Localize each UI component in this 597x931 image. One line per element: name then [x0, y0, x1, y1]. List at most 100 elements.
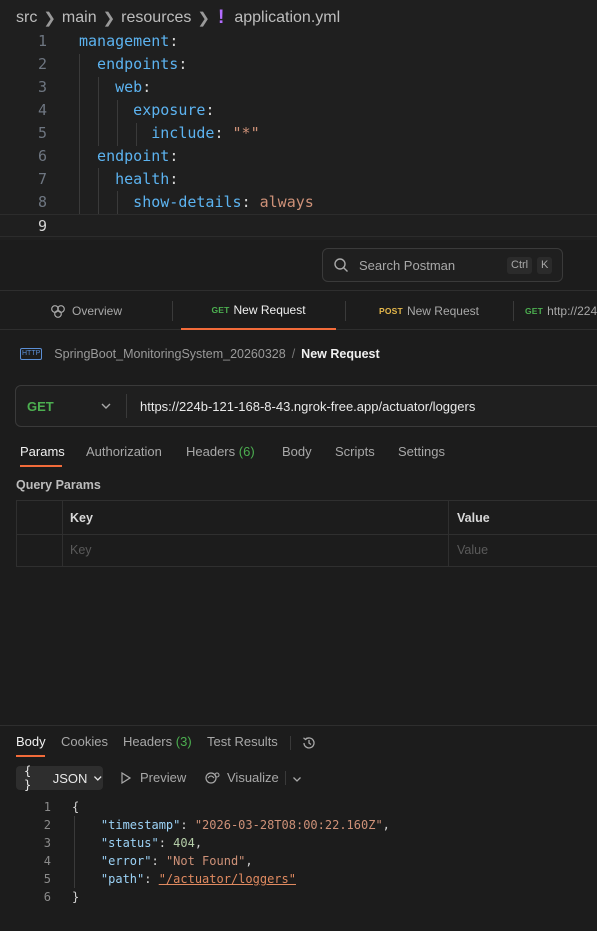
- line-number: 3: [37, 78, 47, 96]
- tab-body[interactable]: Body: [282, 444, 312, 459]
- breadcrumb-separator: /: [291, 347, 296, 361]
- line-number: 9: [37, 217, 47, 235]
- request-breadcrumb: HTTP SpringBoot_MonitoringSystem_2026032…: [20, 343, 380, 365]
- table-divider: [62, 501, 63, 566]
- tab-get-new-request[interactable]: GET New Request: [181, 291, 336, 330]
- token: management: [79, 32, 170, 50]
- response-divider: [0, 725, 597, 726]
- tab-headers[interactable]: Headers (6): [186, 444, 255, 459]
- json-text: "error": "Not Found",: [72, 852, 253, 870]
- token: always: [259, 193, 314, 211]
- token: :: [151, 854, 166, 868]
- line-number: 3: [43, 836, 51, 850]
- chevron-down-icon: [94, 776, 103, 781]
- chevron-down-icon[interactable]: [292, 774, 302, 784]
- json-line: 4 "error": "Not Found",: [0, 852, 597, 870]
- token: :: [158, 836, 174, 850]
- token: :: [169, 32, 179, 50]
- token: :: [144, 872, 159, 886]
- json-line: 5 "path": "/actuator/loggers": [0, 870, 597, 888]
- token: "timestamp": [72, 818, 181, 832]
- value-input[interactable]: Value: [457, 543, 488, 557]
- token: :: [205, 101, 215, 119]
- visualize-button[interactable]: Visualize: [205, 770, 279, 785]
- token: "path": [72, 872, 145, 886]
- chevron-right-icon: ❯: [43, 10, 56, 27]
- response-tab-body[interactable]: Body: [16, 734, 46, 749]
- code-text: management:: [79, 30, 178, 53]
- url-input[interactable]: https://224b-121-168-8-43.ngrok-free.app…: [140, 399, 475, 414]
- code-text: web:: [79, 76, 151, 99]
- token: "2026-03-28T08:00:22.160Z": [194, 818, 383, 832]
- line-number: 4: [43, 854, 51, 868]
- tab-post-new-request[interactable]: POST New Request: [345, 291, 513, 330]
- response-tab-cookies[interactable]: Cookies: [61, 734, 108, 749]
- token: :: [142, 78, 152, 96]
- tab-params[interactable]: Params: [20, 444, 65, 459]
- token: web: [79, 78, 143, 96]
- line-number: 7: [37, 170, 47, 188]
- line-number: 6: [37, 147, 47, 165]
- code-editor: src ❯ main ❯ resources ❯ ! application.y…: [0, 0, 597, 240]
- line-number: 5: [43, 872, 51, 886]
- token: :: [169, 147, 179, 165]
- response-tab-headers[interactable]: Headers (3): [123, 734, 192, 749]
- shortcut-k: K: [537, 257, 553, 274]
- method-badge-get: GET: [211, 304, 230, 315]
- collection-name[interactable]: SpringBoot_MonitoringSystem_20260328: [54, 347, 285, 361]
- code-line: 7 health:: [0, 168, 597, 191]
- tool-divider: [285, 771, 286, 785]
- code-text: endpoint:: [79, 145, 178, 168]
- token: :: [169, 170, 179, 188]
- method-select[interactable]: GET: [27, 399, 54, 414]
- tab-divider: [172, 301, 173, 321]
- key-input[interactable]: Key: [70, 543, 92, 557]
- code-line: 1 management:: [0, 30, 597, 53]
- token: endpoints: [79, 55, 179, 73]
- line-number: 6: [43, 890, 51, 904]
- tab-get-http[interactable]: GET http://224: [513, 291, 597, 330]
- code-text: exposure:: [79, 99, 214, 122]
- key-column-header: Key: [70, 511, 93, 525]
- value-column-header: Value: [457, 511, 490, 525]
- play-icon: [121, 771, 132, 784]
- token: ,: [194, 836, 203, 850]
- json-icon: { }: [24, 764, 32, 792]
- json-line: 6}: [0, 888, 597, 906]
- method-badge-get: GET: [525, 305, 544, 316]
- token: }: [72, 890, 80, 904]
- json-text: }: [72, 888, 79, 906]
- code-line: 3 web:: [0, 76, 597, 99]
- preview-label: Preview: [140, 770, 187, 785]
- table-divider: [448, 501, 449, 566]
- query-params-table: Key Value Key Value: [16, 500, 597, 567]
- breadcrumb-src[interactable]: src: [16, 9, 37, 27]
- json-text: {: [72, 798, 79, 816]
- line-number: 4: [37, 101, 47, 119]
- chevron-right-icon: ❯: [197, 10, 210, 27]
- tab-label: http://224: [547, 303, 597, 318]
- indent-guide: [117, 191, 118, 214]
- breadcrumb-resources[interactable]: resources: [121, 9, 191, 27]
- search-postman-input[interactable]: Search Postman Ctrl K: [322, 248, 563, 282]
- breadcrumb-main[interactable]: main: [62, 9, 97, 27]
- request-name[interactable]: New Request: [301, 347, 380, 361]
- format-select[interactable]: { } JSON: [16, 764, 103, 792]
- response-tab-test-results[interactable]: Test Results: [207, 734, 278, 749]
- json-text: "status": 404,: [72, 834, 202, 852]
- tab-overview[interactable]: Overview: [0, 291, 172, 330]
- preview-button[interactable]: Preview: [120, 770, 186, 785]
- line-number: 8: [37, 193, 47, 211]
- chevron-down-icon[interactable]: [100, 400, 112, 412]
- line-number: 2: [37, 55, 47, 73]
- url-divider: [126, 394, 127, 418]
- json-line: 1{: [0, 798, 597, 816]
- tab-settings[interactable]: Settings: [398, 444, 445, 459]
- chevron-right-icon: ❯: [102, 10, 116, 27]
- breadcrumb-file[interactable]: application.yml: [234, 9, 340, 27]
- code-text: show-details: always: [79, 191, 314, 214]
- table-divider: [17, 534, 597, 535]
- history-icon[interactable]: [301, 735, 317, 751]
- tab-scripts[interactable]: Scripts: [335, 444, 375, 459]
- tab-authorization[interactable]: Authorization: [86, 444, 162, 459]
